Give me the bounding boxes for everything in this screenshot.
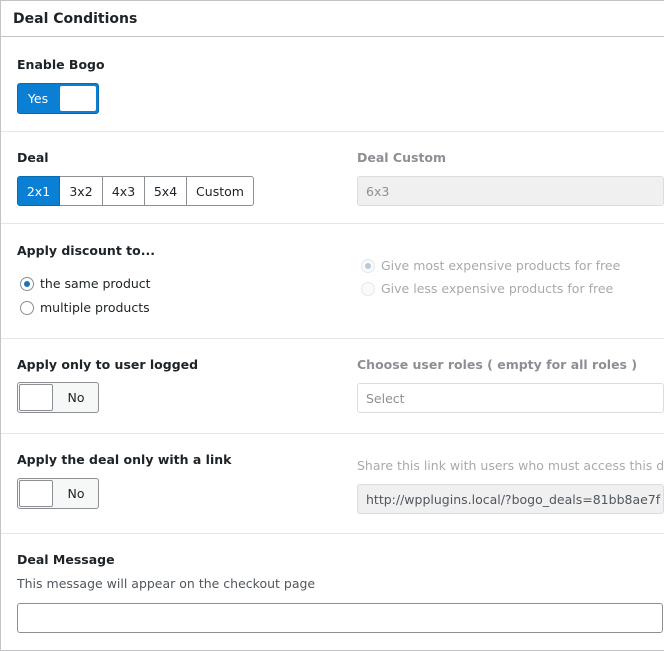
panel-title: Deal Conditions [1,1,664,37]
divider [1,533,341,534]
divider [1,338,341,339]
apply-discount-option-multiple-label: multiple products [40,300,150,315]
deal-link-label: Apply the deal only with a link [17,452,232,467]
apply-discount-label: Apply discount to... [17,243,155,258]
radio-checked-icon[interactable] [361,258,375,273]
deal-option-3x2[interactable]: 3x2 [60,176,103,206]
deal-link-toggle-label: No [67,486,85,501]
divider [1,433,341,434]
user-roles-label: Choose user roles ( empty for all roles … [357,357,638,372]
divider [341,533,664,534]
user-logged-toggle[interactable]: No [17,382,99,413]
deal-conditions-panel: Deal Conditions Enable Bogo Yes Deal 2x1… [0,0,664,651]
enable-bogo-toggle[interactable]: Yes [17,83,99,114]
apply-discount-option-same[interactable]: the same product [20,276,151,291]
deal-message-label: Deal Message [17,552,115,567]
divider [1,223,341,224]
deal-option-2x1[interactable]: 2x1 [17,176,60,206]
deal-option-5x4[interactable]: 5x4 [145,176,187,206]
user-logged-label: Apply only to user logged [17,357,199,372]
enable-bogo-toggle-label: Yes [27,91,49,106]
share-link-input[interactable]: http://wpplugins.local/?bogo_deals=81bb8… [357,484,664,514]
user-roles-select[interactable]: Select [357,383,664,413]
apply-discount-option-same-label: the same product [40,276,151,291]
deal-message-description: This message will appear on the checkout… [17,576,316,591]
divider [341,131,664,132]
give-most-expensive-label: Give most expensive products for free [381,258,621,273]
apply-discount-option-multiple[interactable]: multiple products [20,300,150,315]
give-most-expensive-option[interactable]: Give most expensive products for free [361,258,620,273]
radio-icon[interactable] [361,281,375,296]
deal-link-toggle[interactable]: No [17,478,99,509]
enable-bogo-label: Enable Bogo [17,57,105,72]
deal-option-4x3[interactable]: 4x3 [103,176,145,206]
deal-label: Deal [17,150,49,165]
give-less-expensive-label: Give less expensive products for free [381,281,614,296]
radio-checked-icon[interactable] [20,276,34,291]
give-less-expensive-option[interactable]: Give less expensive products for free [361,281,613,296]
radio-icon[interactable] [20,300,34,315]
toggle-knob [19,384,53,411]
divider [341,433,664,434]
user-logged-toggle-label: No [67,390,85,405]
divider [341,338,664,339]
deal-message-input[interactable] [17,603,663,633]
deal-options: 2x1 3x2 4x3 5x4 Custom [17,176,254,206]
deal-custom-input[interactable]: 6x3 [357,176,664,206]
deal-option-custom[interactable]: Custom [187,176,254,206]
deal-custom-label: Deal Custom [357,150,447,165]
share-link-label: Share this link with users who must acce… [357,458,664,473]
toggle-knob [60,86,96,111]
divider [1,131,341,132]
divider [341,223,664,224]
toggle-knob [19,480,53,507]
